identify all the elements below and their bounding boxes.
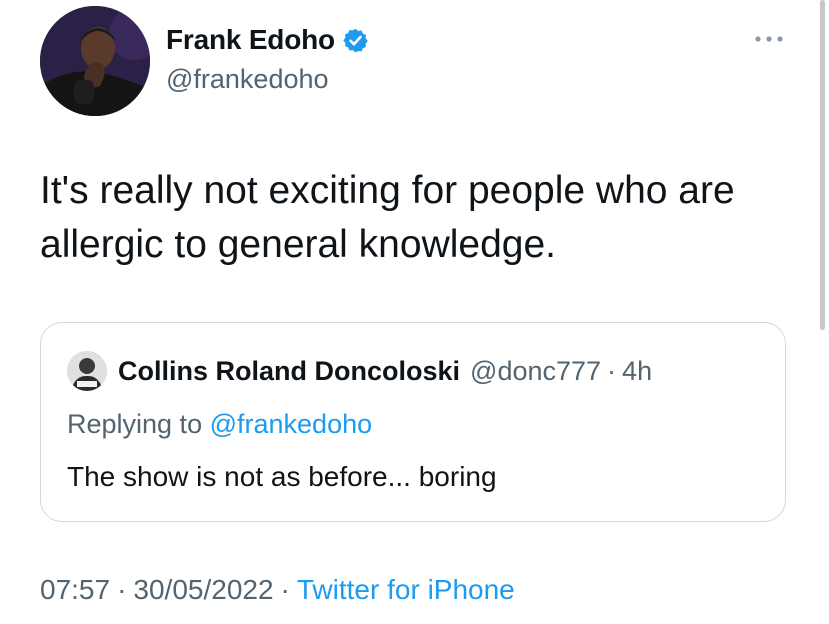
author-avatar[interactable] bbox=[40, 6, 150, 116]
quoted-author-handle: @donc777 bbox=[470, 355, 602, 386]
author-handle[interactable]: @frankedoho bbox=[166, 64, 369, 95]
tweet-text: It's really not exciting for people who … bbox=[40, 169, 735, 266]
replying-to-label: Replying to bbox=[67, 409, 203, 439]
author-display-name[interactable]: Frank Edoho bbox=[166, 24, 335, 56]
quoted-author-avatar bbox=[67, 351, 107, 391]
author-name-row: Frank Edoho bbox=[166, 22, 369, 58]
meta-separator: · bbox=[280, 574, 290, 605]
quoted-tweet-header: Collins Roland Doncoloski @donc777 · 4h bbox=[67, 351, 652, 391]
tweet-time[interactable]: 07:57 bbox=[40, 574, 110, 605]
meta-separator: · bbox=[117, 574, 127, 605]
quoted-author-name: Collins Roland Doncoloski bbox=[118, 355, 461, 386]
author-block: Frank Edoho @frankedoho bbox=[166, 22, 369, 95]
quoted-tweet-card[interactable]: Collins Roland Doncoloski @donc777 · 4h … bbox=[40, 322, 786, 522]
quoted-time: 4h bbox=[622, 355, 653, 386]
quoted-tweet-text: The show is not as before... boring bbox=[67, 461, 497, 492]
more-options-button[interactable] bbox=[752, 32, 786, 46]
tweet-meta: 07:57 · 30/05/2022 · Twitter for iPhone bbox=[40, 574, 515, 606]
replying-to-mention[interactable]: @frankedoho bbox=[210, 409, 373, 439]
verified-badge-icon bbox=[342, 27, 369, 54]
tweet-source[interactable]: Twitter for iPhone bbox=[297, 574, 515, 605]
quoted-separator: · bbox=[607, 355, 617, 386]
replying-to-line: Replying to @frankedoho bbox=[67, 409, 372, 440]
scrollbar[interactable] bbox=[820, 0, 825, 330]
tweet-date[interactable]: 30/05/2022 bbox=[133, 574, 273, 605]
ellipsis-icon bbox=[755, 36, 783, 42]
